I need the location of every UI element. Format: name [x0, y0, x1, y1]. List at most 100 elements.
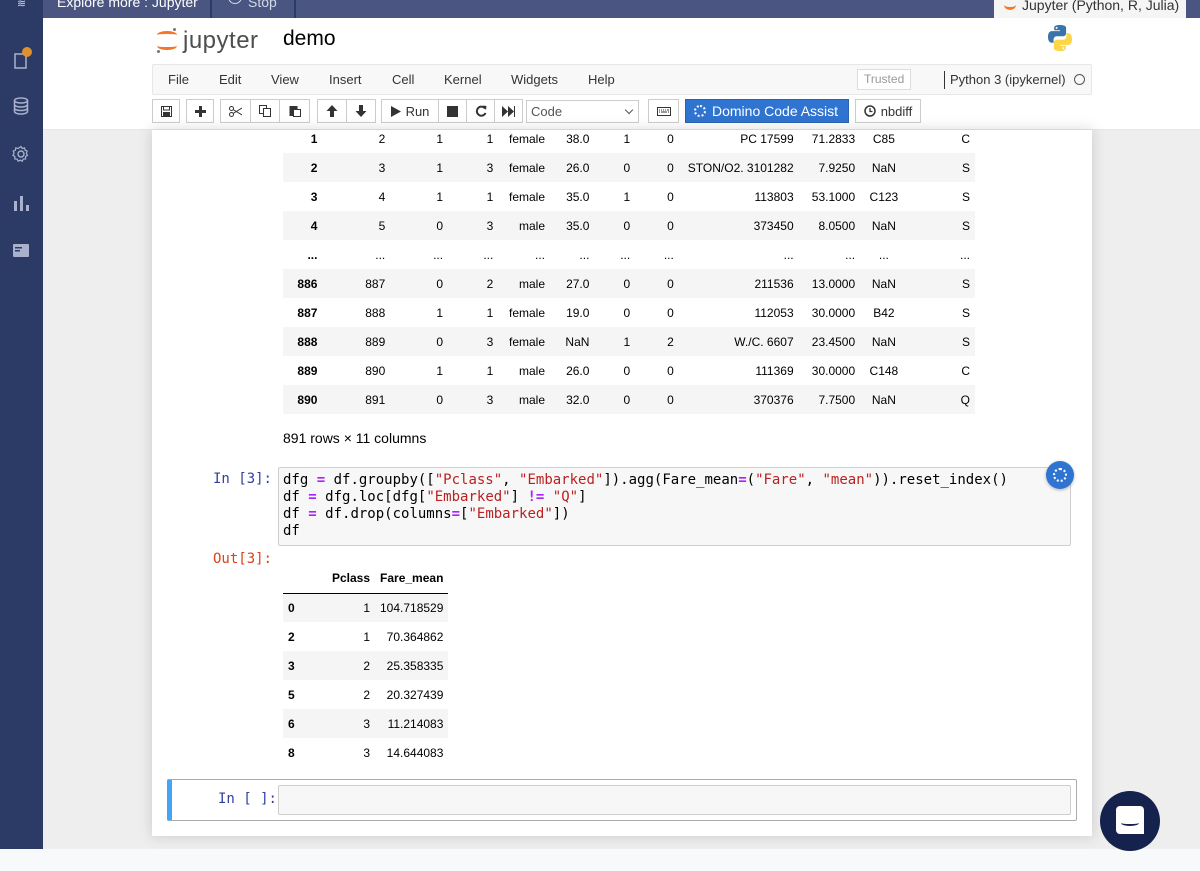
table-cell: 1: [436, 189, 444, 204]
table-cell: ...: [959, 247, 970, 262]
interrupt-button[interactable]: [438, 99, 467, 123]
table-cell: C: [961, 131, 970, 146]
table-cell: ...: [663, 247, 674, 262]
table-cell: 19.0: [566, 305, 590, 320]
restart-run-all-button[interactable]: [494, 99, 523, 123]
table-cell: 0: [623, 305, 631, 320]
column-header: Pclass: [313, 563, 375, 594]
menu-insert[interactable]: Insert: [329, 65, 362, 94]
sidebar-item-settings[interactable]: [11, 144, 31, 164]
cell-type-select[interactable]: Code: [526, 100, 639, 123]
table-row: 6 3 11.214083: [283, 709, 449, 738]
left-sidebar: [0, 18, 43, 871]
table-cell: 0: [623, 392, 631, 407]
sidebar-item-files[interactable]: [11, 47, 32, 70]
table-cell: C148: [869, 363, 899, 378]
menu-view[interactable]: View: [271, 65, 299, 94]
notebook-name[interactable]: demo: [283, 26, 336, 52]
table-row: ....................................: [283, 240, 975, 269]
domino-logo-icon[interactable]: ≋: [0, 0, 43, 18]
table-cell: Q: [960, 392, 970, 407]
arrow-up-icon: [326, 105, 338, 117]
domino-code-assist-label: Domino Code Assist: [712, 103, 839, 119]
row-index: 889: [297, 363, 318, 378]
column-header: Fare_mean: [375, 563, 449, 594]
save-button[interactable]: [152, 99, 180, 123]
row-index: 8: [288, 745, 295, 760]
menu-help[interactable]: Help: [588, 65, 615, 94]
tab-jupyter[interactable]: Jupyter (Python, R, Julia): [994, 0, 1186, 18]
tab-explore-more[interactable]: Explore more : Jupyter: [43, 0, 212, 18]
table-cell: 3: [486, 392, 494, 407]
menu-file[interactable]: File: [168, 65, 189, 94]
clock-icon: [863, 105, 876, 117]
table-cell: 20.327439: [386, 687, 444, 702]
table-cell: S: [961, 160, 970, 175]
sidebar-item-charts[interactable]: [11, 193, 31, 213]
sidebar-item-panel[interactable]: [11, 240, 31, 260]
dataframe-output-fare-mean: Pclass Fare_mean 0 1 104.718529 2 1 70.364862 3 2…: [283, 563, 449, 767]
table-cell: C123: [869, 189, 899, 204]
paste-button[interactable]: [279, 99, 310, 123]
table-cell: 30.0000: [811, 363, 856, 378]
table-cell: 370376: [753, 392, 794, 407]
table-cell: 35.0: [566, 189, 590, 204]
table-cell: S: [961, 305, 970, 320]
table-cell: 7.9250: [818, 160, 856, 175]
table-cell: C85: [872, 131, 895, 146]
empty-cell-code-editor[interactable]: [278, 785, 1071, 815]
row-index: 888: [297, 334, 318, 349]
stop-square-icon: [447, 105, 458, 117]
row-index: 0: [288, 600, 295, 615]
kernel-name[interactable]: Python 3 (ipykernel): [944, 71, 1066, 89]
sidebar-item-data[interactable]: [11, 96, 31, 116]
run-button[interactable]: Run: [381, 99, 439, 123]
table-cell: ...: [845, 247, 856, 262]
table-cell: 0: [623, 276, 631, 291]
table-cell: 2: [667, 334, 674, 349]
jupyter-wordmark: jupyter: [183, 27, 259, 54]
menu-kernel[interactable]: Kernel: [444, 65, 482, 94]
kernel-idle-icon: [1074, 74, 1085, 85]
table-cell: 891: [365, 392, 386, 407]
command-palette-button[interactable]: [648, 99, 679, 123]
table-cell: 27.0: [566, 276, 590, 291]
table-cell: NaN: [871, 276, 896, 291]
copy-button[interactable]: [250, 99, 280, 123]
empty-code-cell[interactable]: In [ ]:: [167, 779, 1077, 821]
table-row: 888 889 0 3 female NaN 1 2 W./C. 6607 23.4500 NaN S: [283, 327, 975, 356]
menu-widgets[interactable]: Widgets: [511, 65, 558, 94]
table-cell: 1: [486, 131, 494, 146]
restart-button[interactable]: [466, 99, 495, 123]
insert-cell-button[interactable]: [186, 99, 214, 123]
cut-button[interactable]: [220, 99, 251, 123]
table-cell: 23.4500: [811, 334, 856, 349]
table-cell: ...: [433, 247, 444, 262]
jupyter-logo[interactable]: jupyter: [157, 26, 259, 56]
nbdiff-button[interactable]: nbdiff: [855, 99, 921, 123]
trusted-indicator[interactable]: Trusted: [857, 69, 912, 90]
row-index: 6: [288, 716, 295, 731]
row-index: 2: [288, 629, 295, 644]
row-index: 1: [310, 131, 318, 146]
table-cell: PC 17599: [740, 131, 794, 146]
stop-button[interactable]: Stop: [214, 0, 296, 18]
table-cell: female: [509, 305, 546, 320]
table-cell: C: [961, 363, 970, 378]
empty-cell-in-prompt: In [ ]:: [217, 791, 277, 807]
menu-cell[interactable]: Cell: [392, 65, 414, 94]
code-assist-badge[interactable]: [1046, 461, 1074, 489]
chat-support-button[interactable]: [1100, 791, 1160, 851]
menu-edit[interactable]: Edit: [219, 65, 241, 94]
domino-code-assist-button[interactable]: Domino Code Assist: [685, 99, 849, 123]
move-up-button[interactable]: [317, 99, 347, 123]
move-down-button[interactable]: [346, 99, 376, 123]
table-row: 5 2 20.327439: [283, 680, 448, 709]
python-logo-icon: [1048, 25, 1072, 51]
table-cell: 111369: [755, 363, 794, 378]
table-cell: 32.0: [566, 392, 590, 407]
table-cell: ...: [878, 247, 889, 262]
table-cell: 888: [365, 305, 386, 320]
table-header-row: Pclass Fare_mean: [283, 563, 449, 594]
cell-3-code-editor[interactable]: dfg = df.groupby(["Pclass", "Embarked"])…: [278, 467, 1071, 546]
